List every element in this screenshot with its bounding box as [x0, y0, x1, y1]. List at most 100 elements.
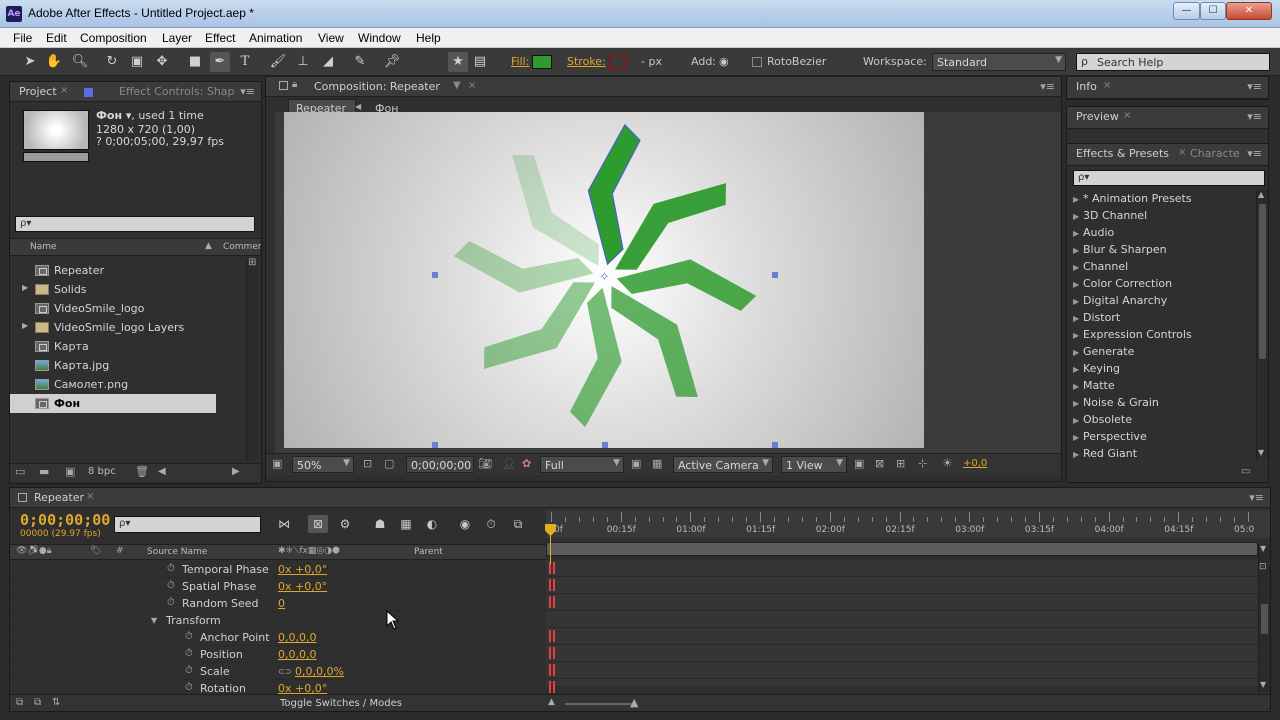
composition-viewer[interactable]: ✧	[275, 112, 1061, 453]
add-button-icon[interactable]: ◉	[719, 55, 729, 68]
region-of-interest-icon[interactable]: ▢	[384, 457, 394, 470]
stopwatch-icon[interactable]: ⏱	[167, 597, 175, 608]
expand-triangle-icon[interactable]: ▶	[1073, 382, 1083, 391]
current-time-display[interactable]: 0;00;00;00	[20, 511, 110, 529]
menu-view[interactable]: View	[318, 31, 344, 45]
expand-triangle-icon[interactable]: ▶	[1073, 195, 1083, 204]
effects-category[interactable]: ▶ * Animation Presets	[1073, 192, 1192, 205]
workspace-dropdown[interactable]: Standard ▼	[932, 53, 1066, 71]
effects-category[interactable]: ▶ Blur & Sharpen	[1073, 243, 1167, 256]
expand-triangle-icon[interactable]: ▶	[1073, 212, 1083, 221]
effects-category[interactable]: ▶ Perspective	[1073, 430, 1147, 443]
close-tab-icon[interactable]: ×	[468, 80, 476, 91]
handle-bottom-left[interactable]	[432, 442, 438, 448]
effects-search-input[interactable]: ρ▾	[1073, 170, 1265, 186]
col-parent[interactable]: Parent	[414, 547, 443, 557]
layer-switches-icon[interactable]: ⧉	[16, 697, 23, 708]
flowchart-icon[interactable]: ⊞	[248, 257, 256, 268]
rotobezier-checkbox[interactable]	[752, 57, 762, 67]
roto-brush-tool-icon[interactable]: ✎	[350, 52, 370, 72]
panel-menu-icon[interactable]: ▾≡	[1247, 147, 1262, 160]
effects-category[interactable]: ▶ Generate	[1073, 345, 1134, 358]
panel-menu-icon[interactable]: ▾≡	[1247, 110, 1262, 123]
expand-triangle-icon[interactable]: ▶	[1073, 399, 1083, 408]
new-composition-icon[interactable]: ▣	[65, 465, 75, 478]
scroll-down-icon[interactable]: ▼	[1258, 448, 1264, 457]
tab-character[interactable]: Characte	[1190, 147, 1240, 160]
menu-layer[interactable]: Layer	[162, 31, 192, 45]
menu-edit[interactable]: Edit	[46, 31, 67, 45]
expand-triangle-icon[interactable]: ▶	[1073, 450, 1083, 459]
stopwatch-icon[interactable]: ⏱	[167, 563, 175, 574]
property-row[interactable]: ⏱ Anchor Point 0,0,0,0	[10, 629, 540, 646]
project-item[interactable]: Карта.jpg	[10, 356, 242, 375]
expand-caret-icon[interactable]: ▶	[22, 283, 28, 292]
keyframe-indicator[interactable]	[549, 579, 555, 591]
scroll-down-icon[interactable]: ▼	[1260, 680, 1266, 689]
tab-timeline-repeater[interactable]: Repeater	[34, 491, 84, 504]
snapshot-icon[interactable]: 📷︎	[478, 457, 492, 470]
effects-category[interactable]: ▶ Obsolete	[1073, 413, 1132, 426]
expand-triangle-icon[interactable]: ▶	[1073, 331, 1083, 340]
timeline-scrollbar[interactable]: ▼ ⊡ ▼	[1258, 544, 1270, 692]
hand-tool-icon[interactable]: ✋	[44, 52, 64, 72]
property-value[interactable]: 0,0,0,0	[278, 648, 316, 661]
close-tab-icon[interactable]: ×	[60, 85, 68, 96]
transfer-controls-icon[interactable]: ⧉	[34, 697, 41, 708]
effects-category[interactable]: ▶ Keying	[1073, 362, 1120, 375]
menu-animation[interactable]: Animation	[249, 31, 302, 45]
pan-behind-tool-icon[interactable]: ✥	[152, 52, 172, 72]
tab-effect-controls[interactable]: Effect Controls: Shap	[119, 85, 235, 98]
keyframe-indicator[interactable]	[549, 647, 555, 659]
property-row[interactable]: ▼ Transform	[10, 612, 540, 629]
selection-tool-icon[interactable]: ➤	[20, 52, 40, 72]
draft-3d-icon[interactable]: ⚙	[335, 515, 355, 533]
comp-flowchart-icon[interactable]: ⊞	[896, 457, 905, 470]
property-row[interactable]: ⏱ Position 0,0,0,0	[10, 646, 540, 663]
scroll-up-icon[interactable]: ▼	[1260, 544, 1266, 553]
fast-previews-icon[interactable]: ▣	[631, 457, 641, 470]
scroll-thumb[interactable]	[1261, 604, 1268, 634]
camera-tool-icon[interactable]: ▣	[127, 52, 147, 72]
keyframe-track-area[interactable]	[546, 560, 1258, 696]
effects-category[interactable]: ▶ Expression Controls	[1073, 328, 1192, 341]
property-value[interactable]: 0	[278, 597, 285, 610]
project-item[interactable]: ▶ VideoSmile_logo Layers	[10, 318, 242, 337]
handle-left[interactable]	[432, 272, 438, 278]
motion-blur-icon[interactable]: ◐	[422, 515, 442, 533]
interpret-footage-icon[interactable]: ▭	[15, 465, 25, 478]
stroke-label[interactable]: Stroke:	[567, 55, 606, 68]
graph-editor-icon[interactable]: ⧉	[508, 515, 528, 533]
chevron-down-icon[interactable]: ▼	[453, 80, 461, 91]
switches-icons[interactable]: ✱⁜⟍fx▦◎◑⬢	[278, 546, 340, 556]
property-row[interactable]: ⏱ Random Seed 0	[10, 595, 540, 612]
effects-category[interactable]: ▶ Channel	[1073, 260, 1128, 273]
property-value[interactable]: 0,0,0,0	[278, 631, 316, 644]
keyframe-indicator[interactable]	[549, 681, 555, 693]
handle-right[interactable]	[772, 272, 778, 278]
expand-triangle-icon[interactable]: ▶	[1073, 416, 1083, 425]
new-preset-icon[interactable]: ▭	[1241, 466, 1250, 477]
av-features-icons[interactable]: 👁︎🔊︎●🔒︎	[16, 546, 52, 556]
rectangle-tool-icon[interactable]: ■	[185, 52, 205, 72]
panel-menu-icon[interactable]: ▾≡	[1247, 80, 1262, 93]
zoom-tool-icon[interactable]: 🔍︎	[70, 52, 90, 72]
close-tab-icon[interactable]: ×	[1103, 80, 1111, 91]
rotate-tool-icon[interactable]: ↻	[102, 52, 122, 72]
property-value[interactable]: 0,0,0,0%	[295, 665, 344, 678]
expand-triangle-icon[interactable]: ▶	[1073, 433, 1083, 442]
stroke-width-value[interactable]: - px	[641, 55, 662, 68]
show-snapshot-icon[interactable]: 👤︎	[502, 457, 516, 470]
current-time-indicator[interactable]	[550, 524, 551, 564]
pen-tool-icon[interactable]: ✒	[210, 52, 230, 72]
new-folder-icon[interactable]: ▬	[39, 465, 49, 478]
local-axis-icon[interactable]: ▤	[470, 52, 490, 72]
stroke-color-swatch[interactable]	[608, 55, 628, 69]
project-item[interactable]: VideoSmile_logo	[10, 299, 242, 318]
channel-icon[interactable]: ✿	[522, 457, 531, 470]
timeline-link-icon[interactable]: ⊠	[875, 457, 884, 470]
zoom-dropdown[interactable]: 50% ▼	[292, 456, 354, 473]
effects-category[interactable]: ▶ 3D Channel	[1073, 209, 1147, 222]
col-source-name[interactable]: Source Name	[147, 547, 207, 557]
project-item[interactable]: Самолет.png	[10, 375, 242, 394]
